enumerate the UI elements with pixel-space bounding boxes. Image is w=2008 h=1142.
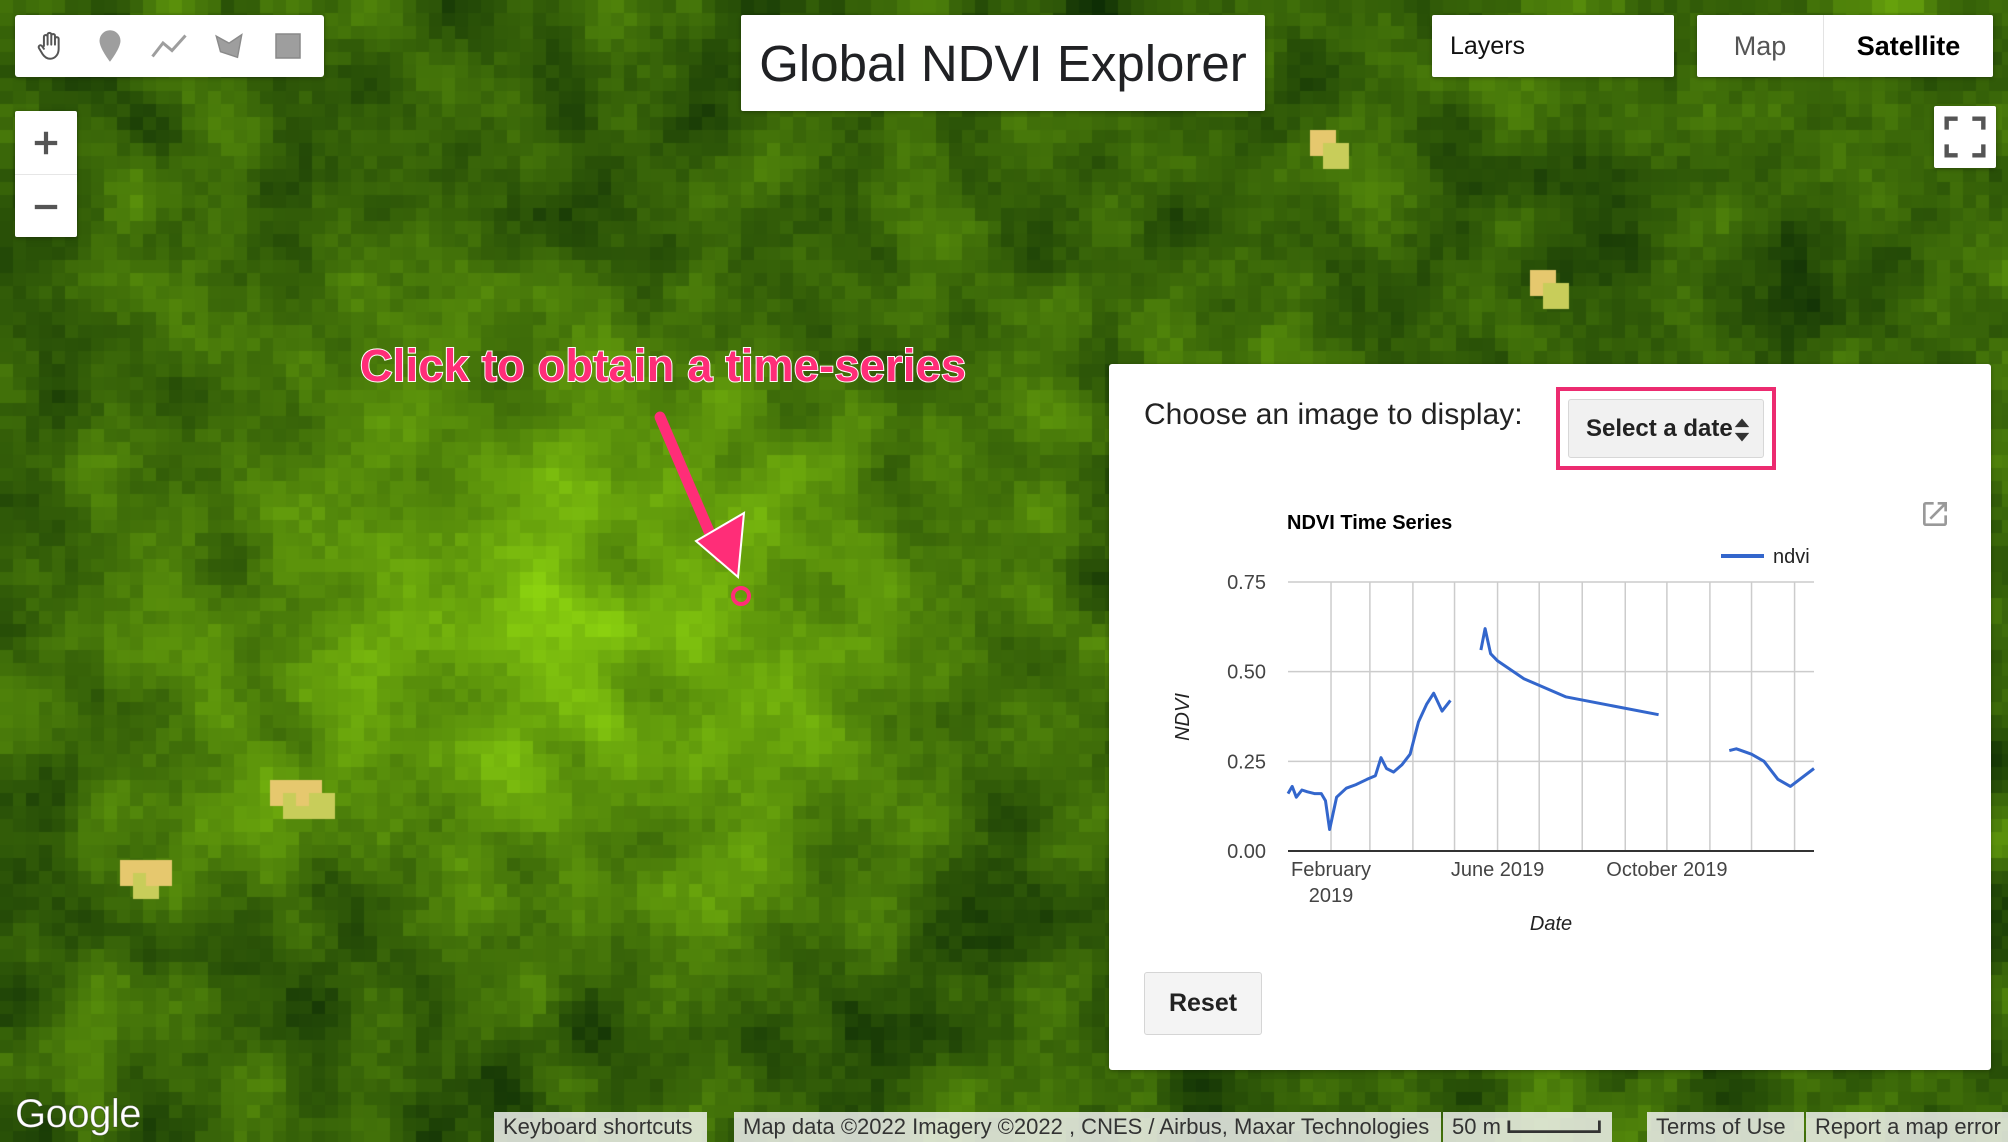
hand-icon xyxy=(37,31,60,60)
fullscreen-icon xyxy=(1944,116,1986,158)
rectangle-icon xyxy=(275,33,301,59)
map-pin-icon xyxy=(99,30,121,62)
chart-legend-label: ndvi xyxy=(1773,546,1810,568)
hand-tool-button[interactable] xyxy=(27,22,75,70)
chart-x-tick-label: June 2019 xyxy=(1451,859,1544,881)
chart-x-tick-label: 2019 xyxy=(1309,885,1354,907)
zoom-control xyxy=(15,111,77,237)
map-type-map-button[interactable]: Map xyxy=(1697,15,1824,77)
google-logo: Google xyxy=(15,1092,142,1137)
polygon-tool-button[interactable] xyxy=(205,22,253,70)
point-tool-button[interactable] xyxy=(86,22,134,70)
scale-ruler-icon xyxy=(1507,1120,1601,1134)
fullscreen-button[interactable] xyxy=(1934,106,1996,168)
map-type-satellite-button[interactable]: Satellite xyxy=(1824,15,1993,77)
plus-icon xyxy=(34,131,58,154)
app-title-box: Global NDVI Explorer xyxy=(741,15,1265,111)
keyboard-shortcuts-link[interactable]: Keyboard shortcuts xyxy=(494,1112,707,1142)
rectangle-tool-button[interactable] xyxy=(264,22,312,70)
chart-y-tick-label: 0.00 xyxy=(1227,841,1266,863)
layers-label: Layers xyxy=(1450,31,1526,60)
reset-button[interactable]: Reset xyxy=(1144,972,1262,1035)
chart-y-tick-label: 0.50 xyxy=(1227,662,1266,684)
chart-y-axis-label: NDVI xyxy=(1172,693,1194,741)
chart-y-tick-label: 0.25 xyxy=(1227,751,1266,773)
minus-icon xyxy=(34,204,58,209)
annotation-callout: Click to obtain a time-series xyxy=(359,339,967,392)
polygon-icon xyxy=(214,33,243,59)
chart-series-line-ndvi xyxy=(1728,747,1815,788)
map-attribution: Map data ©2022 Imagery ©2022 , CNES / Ai… xyxy=(734,1112,1441,1142)
drawing-toolbar xyxy=(15,15,324,77)
zoom-out-button[interactable] xyxy=(15,174,77,238)
annotation-arrow-icon xyxy=(654,411,751,606)
polyline-icon xyxy=(151,34,188,58)
chart-y-tick-label: 0.75 xyxy=(1227,572,1266,594)
zoom-in-button[interactable] xyxy=(15,111,77,174)
chart-x-tick-label: October 2019 xyxy=(1606,859,1727,881)
terms-of-use-link[interactable]: Terms of Use xyxy=(1647,1112,1804,1142)
chart-x-axis-label: Date xyxy=(1530,913,1572,935)
line-tool-button[interactable] xyxy=(145,22,193,70)
chart-x-tick-label: February xyxy=(1291,859,1371,881)
map-type-control: Map Satellite xyxy=(1697,15,1993,77)
app-title: Global NDVI Explorer xyxy=(759,34,1247,92)
scale-bar[interactable]: 50 m xyxy=(1443,1112,1612,1142)
ndvi-panel: Choose an image to display: Select a dat… xyxy=(1109,364,1991,1070)
layers-button[interactable]: Layers xyxy=(1432,15,1674,77)
report-map-error-link[interactable]: Report a map error xyxy=(1806,1112,2008,1142)
chart-title: NDVI Time Series xyxy=(1287,512,1452,534)
scale-label: 50 m xyxy=(1452,1114,1501,1139)
ndvi-chart: 0.00 0.25 0.50 0.75 February 2019 June 2019 Oct… xyxy=(1172,512,1815,935)
